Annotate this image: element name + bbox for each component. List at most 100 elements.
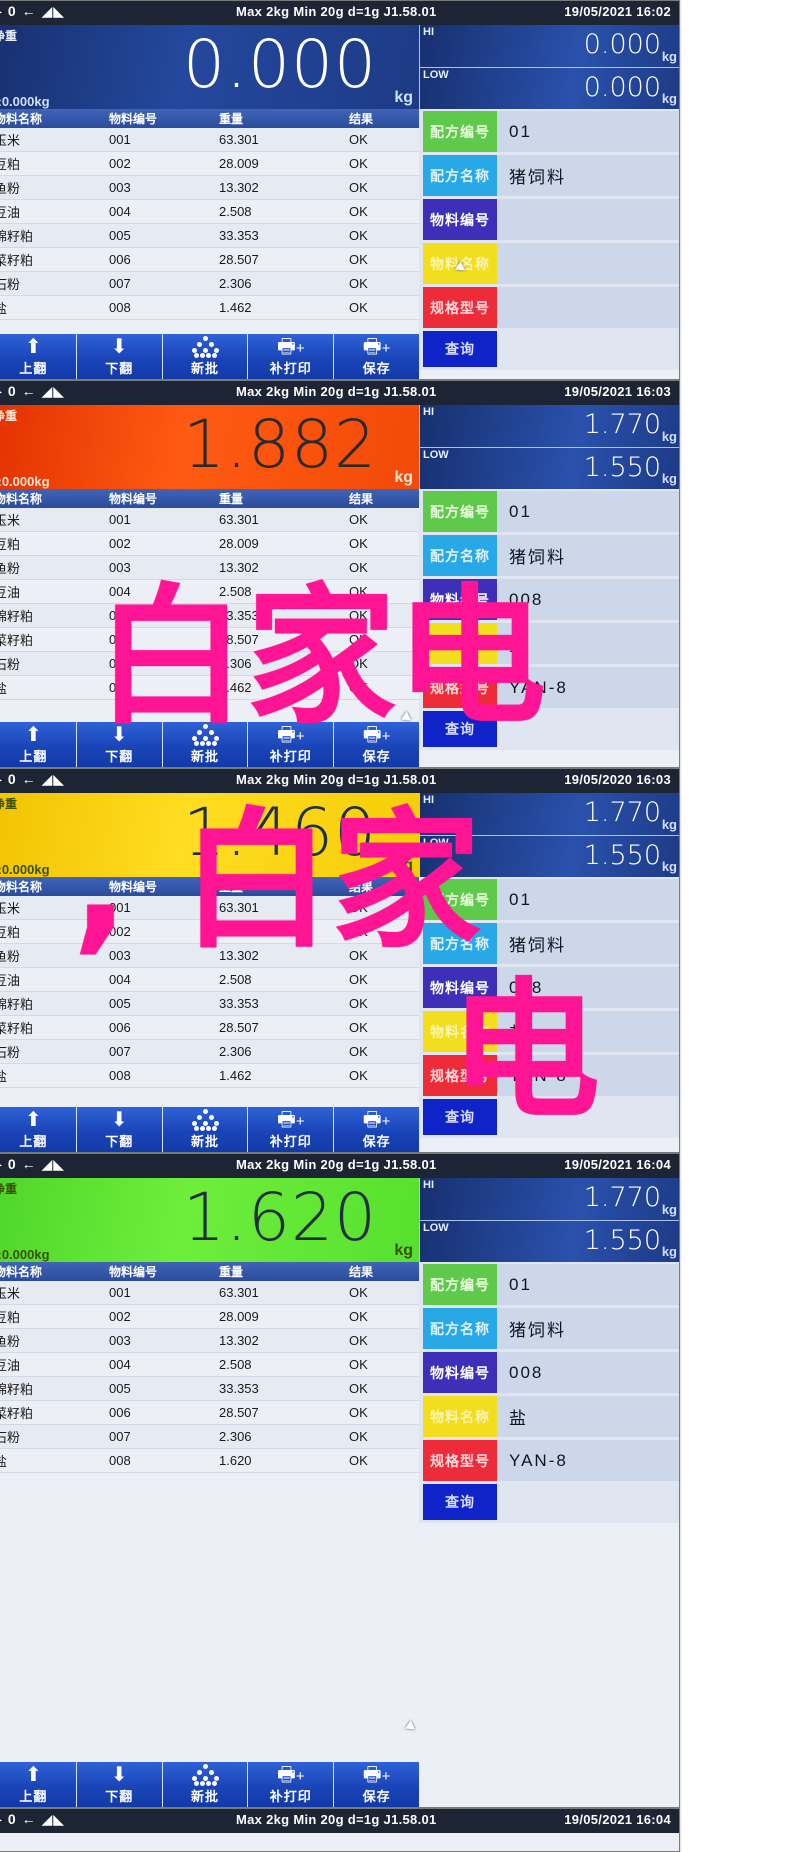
cell-material-code: 007: [109, 1044, 131, 1059]
limit-label-low: LOW: [423, 69, 449, 81]
query-spacer: [497, 331, 679, 367]
toolbar-button-新批[interactable]: 新批: [162, 1107, 249, 1152]
toolbar-button-保存[interactable]: 🖶+ 保存: [334, 334, 419, 379]
limit-value-low: 1.550: [583, 840, 661, 871]
table-header-2: 重量: [219, 112, 244, 126]
device-spec-label: Max 2kg Min 20g d=1g J1.58.01: [236, 4, 437, 19]
toolbar-button-上翻[interactable]: ⬆ 上翻: [0, 334, 77, 379]
toolbar-button-label: 新批: [190, 1789, 219, 1804]
datetime-label: 19/05/2021 16:04: [564, 1812, 671, 1827]
weight-display-area: 净重1.620T:0.000kgkgHI1.770kgLOW1.550kg: [0, 1178, 679, 1262]
screen-body: 物料名称物料编号重量结果玉米00163.301OK豆粕00228.009OK鱼粉…: [0, 1262, 679, 1523]
datetime-label: 19/05/2021 16:04: [564, 1157, 671, 1172]
cell-result: OK: [349, 512, 368, 527]
form-value-recipe-no[interactable]: 01: [497, 879, 679, 920]
cell-material-code: 004: [109, 204, 131, 219]
toolbar-button-保存[interactable]: 🖶+ 保存: [334, 1107, 419, 1152]
cell-material-name: 鱼粉: [0, 1334, 21, 1349]
form-value-recipe-name[interactable]: 猪饲料: [497, 155, 679, 196]
table-header-0: 物料名称: [0, 1265, 43, 1279]
form-value-recipe-no[interactable]: 01: [497, 111, 679, 152]
form-row-spec-model: 规格型号: [423, 287, 679, 328]
cell-result: OK: [349, 1453, 368, 1468]
cell-weight: 28.507: [219, 1405, 259, 1420]
toolbar-button-新批[interactable]: 新批: [162, 334, 249, 379]
limit-unit-hi: kg: [661, 817, 677, 832]
toolbar-button-label: 保存: [362, 361, 391, 376]
toolbar-button-上翻[interactable]: ⬆ 上翻: [0, 1762, 77, 1807]
cell-result: OK: [349, 156, 368, 171]
net-weight-value: 1.882: [183, 406, 377, 483]
arrow-up-icon: ⬆: [25, 724, 42, 746]
device-screen-photo: ▸ 0 ← ◢◣ Max 2kg Min 20g d=1g J1.58.01 19/…: [0, 0, 680, 380]
form-value-recipe-name[interactable]: 猪饲料: [497, 1308, 679, 1349]
form-label-spec-model: 规格型号: [423, 287, 497, 328]
cell-material-name: 豆油: [0, 1358, 21, 1373]
cell-result: OK: [349, 1333, 368, 1348]
toolbar-button-上翻[interactable]: ⬆ 上翻: [0, 722, 77, 767]
cell-weight: 1.620: [219, 1453, 252, 1468]
toolbar-button-补打印[interactable]: 🖶+ 补打印: [248, 334, 335, 379]
query-button[interactable]: 查询: [423, 331, 497, 367]
form-value-recipe-no[interactable]: 01: [497, 1264, 679, 1305]
toolbar-button-下翻[interactable]: ⬇ 下翻: [76, 1762, 163, 1807]
cell-material-name: 菜籽粕: [0, 1406, 34, 1421]
toolbar-button-上翻[interactable]: ⬆ 上翻: [0, 1107, 77, 1152]
limit-unit-low: kg: [661, 859, 677, 874]
limit-value-hi: 0.000: [583, 29, 661, 60]
query-button[interactable]: 查询: [423, 1484, 497, 1520]
cell-material-name: 盐: [0, 1451, 109, 1470]
cell-result: OK: [349, 996, 368, 1011]
stable-zero-icon: ▸ 0 ← ◢◣: [0, 1156, 66, 1172]
table-row: 盐008 1.462 OK: [0, 296, 419, 320]
form-value-material-no[interactable]: [497, 199, 679, 240]
batch-dots-icon: [163, 1764, 248, 1787]
toolbar-button-下翻[interactable]: ⬇ 下翻: [76, 334, 163, 379]
table-row: 棉籽粕 005 33.353 OK: [0, 224, 419, 248]
limit-value-hi: 1.770: [583, 409, 661, 440]
toolbar-button-label: 下翻: [105, 1789, 134, 1804]
tare-weight-label: T:0.000kg: [0, 862, 50, 877]
datetime-label: 19/05/2020 16:03: [564, 772, 671, 787]
form-value-material-name[interactable]: [497, 243, 679, 284]
form-value-spec-model[interactable]: YAN-8: [497, 1440, 679, 1481]
table-header-3: 结果: [349, 1265, 374, 1279]
form-value-spec-model[interactable]: [497, 287, 679, 328]
form-row-recipe-name: 配方名称 猪饲料: [423, 155, 679, 196]
arrow-down-icon: ⬇: [110, 1109, 128, 1131]
table-header-0: 物料名称: [0, 112, 43, 126]
form-row-query: 查询: [423, 331, 679, 367]
table-row: 菜籽粕 006 28.507 OK: [0, 1401, 419, 1425]
tare-weight-label: T:0.000kg: [0, 94, 50, 109]
form-value-recipe-no[interactable]: 01: [497, 491, 679, 532]
limit-value-hi: 1.770: [583, 1182, 661, 1213]
cell-weight: 28.507: [219, 1020, 259, 1035]
limit-value-low: 0.000: [583, 72, 661, 103]
toolbar-button-label: 保存: [362, 1789, 391, 1804]
toolbar-button-label: 上翻: [19, 1134, 48, 1149]
toolbar-button-label: 补打印: [269, 1789, 312, 1804]
cell-material-code: 005: [109, 228, 131, 243]
toolbar-button-补打印[interactable]: 🖶+ 补打印: [248, 1107, 335, 1152]
form-label-recipe-no: 配方编号: [423, 491, 497, 532]
table-row: 豆油 004 2.508 OK: [0, 200, 419, 224]
form-row-recipe-name: 配方名称 猪饲料: [423, 1308, 679, 1349]
cell-weight: 13.302: [219, 1333, 259, 1348]
form-label-recipe-no: 配方编号: [423, 111, 497, 152]
cell-result: OK: [349, 1381, 368, 1396]
hi-low-limits: HI 0.000 kg LOW 0.000 kg: [419, 25, 679, 109]
form-value-material-name[interactable]: 盐: [497, 1396, 679, 1437]
toolbar-button-保存[interactable]: 🖶+ 保存: [334, 1762, 419, 1807]
form-value-material-no[interactable]: 008: [497, 1352, 679, 1393]
cell-material-code: 008: [109, 1453, 131, 1468]
toolbar-button-新批[interactable]: 新批: [162, 1762, 249, 1807]
status-bar: ▸ 0 ← ◢◣ Max 2kg Min 20g d=1g J1.58.01 19/…: [0, 381, 679, 405]
material-table: 物料名称物料编号重量结果玉米00163.301OK豆粕00228.009OK鱼粉…: [0, 1262, 419, 1523]
cell-result: OK: [349, 1068, 368, 1083]
toolbar-button-label: 下翻: [105, 361, 134, 376]
form-row-recipe-no: 配方编号 01: [423, 1264, 679, 1305]
cell-material-name: 鱼粉: [0, 181, 21, 196]
cell-material-code: 007: [109, 1429, 131, 1444]
toolbar-button-下翻[interactable]: ⬇ 下翻: [76, 1107, 163, 1152]
toolbar-button-补打印[interactable]: 🖶+ 补打印: [248, 1762, 335, 1807]
